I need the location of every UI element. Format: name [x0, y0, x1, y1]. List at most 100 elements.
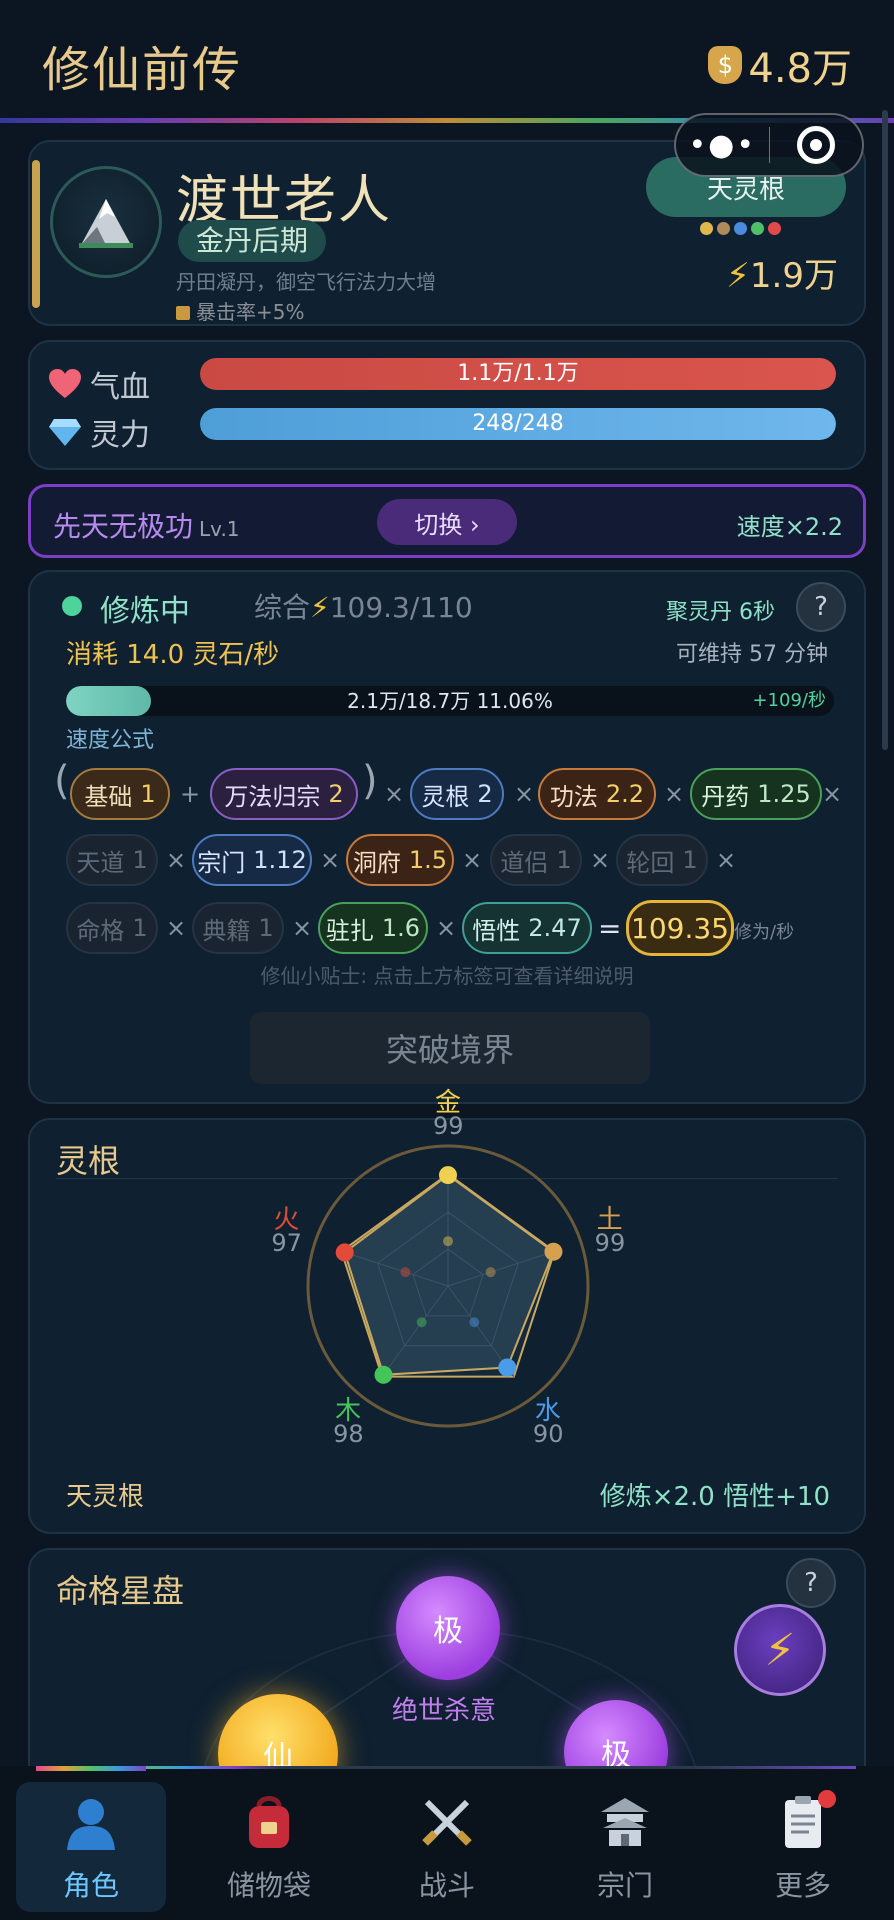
chip-zhuzha[interactable]: 驻扎 1.6	[318, 902, 428, 954]
orb-label: 绝世杀意	[392, 1696, 497, 1726]
nav-item-bag[interactable]: 储物袋	[194, 1782, 344, 1912]
cultivation-status: 修炼中	[100, 594, 190, 629]
cultivation-card: 修炼中 综合⚡109.3/110 聚灵丹 6秒 ? 消耗 14.0 灵石/秒 可…	[28, 570, 866, 1104]
radar-point-1	[544, 1242, 563, 1261]
radar-point-0	[439, 1166, 457, 1185]
lightning-icon: ⚡	[764, 1624, 796, 1676]
chip-basic[interactable]: 基础 1	[70, 768, 170, 820]
result-chip[interactable]: 109.35	[626, 900, 734, 956]
app-title: 修仙前传	[42, 42, 243, 98]
op-times: ×	[822, 780, 843, 808]
score-display: 综合⚡109.3/110	[254, 586, 473, 626]
bonus-value: 暴击率+5%	[196, 300, 305, 324]
power-value: 1.9万	[749, 256, 838, 296]
nav-active-indicator	[36, 1766, 146, 1771]
formula-label: 速度公式	[66, 728, 155, 753]
chip-dianji[interactable]: 典籍 1	[192, 902, 284, 954]
op-times: ×	[514, 780, 535, 808]
op-times: ×	[462, 846, 483, 874]
swords-icon	[415, 1790, 479, 1854]
nav-label: 储物袋	[226, 1869, 311, 1902]
switch-technique-button[interactable]: 切换 ›	[377, 499, 517, 545]
temple-icon	[593, 1790, 657, 1854]
currency-value: 4.8万	[748, 46, 852, 92]
pill-timer: 聚灵丹 6秒	[666, 600, 775, 625]
nav-item-more[interactable]: 更多	[728, 1782, 878, 1912]
close-target-icon[interactable]	[770, 126, 863, 164]
diamond-icon	[49, 419, 81, 446]
element-value: 98	[333, 1419, 364, 1448]
maintain-time: 可维持 57 分钟	[676, 642, 828, 667]
combat-power: ⚡1.9万	[726, 248, 838, 297]
radar-inner-dot-2	[469, 1317, 480, 1328]
technique-title: 先天无极功	[53, 510, 194, 543]
nav-label: 宗门	[596, 1869, 653, 1902]
star-orb-top[interactable]: 极	[396, 1576, 500, 1680]
nav-item-battle[interactable]: 战斗	[372, 1782, 522, 1912]
mp-label: 灵力	[90, 418, 150, 453]
hp-value: 1.1万/1.1万	[457, 361, 579, 386]
progress-text: 2.1万/18.7万 11.06%	[347, 689, 553, 713]
backpack-icon	[237, 1790, 301, 1854]
nav-label: 角色	[62, 1869, 119, 1902]
technique-bar: 先天无极功 Lv.1 切换 › 速度×2.2	[28, 484, 866, 558]
op-times: ×	[320, 846, 341, 874]
lightning-fab-button[interactable]: ⚡	[734, 1604, 826, 1696]
scrollbar[interactable]	[882, 110, 888, 750]
root-color-dot	[768, 222, 781, 235]
avatar[interactable]	[50, 166, 162, 278]
technique-speed: 速度×2.2	[736, 513, 843, 541]
person-icon	[59, 1790, 123, 1854]
op-times: ×	[664, 780, 685, 808]
nav-label: 更多	[774, 1869, 831, 1902]
left-paren: (	[54, 758, 70, 804]
hp-row: 气血	[48, 362, 170, 406]
op-times: ×	[166, 846, 187, 874]
chip-dongfu[interactable]: 洞府 1.5	[346, 834, 454, 886]
chip-wuxing[interactable]: 悟性 2.47	[462, 902, 592, 954]
spirit-root-card: 灵根 金 99 土 99 水 90 木 98 火 97 天灵根 修炼×2.0 悟性+10	[28, 1088, 866, 1534]
realm-badge: 金丹后期	[178, 220, 327, 262]
nav-item-role[interactable]: 角色	[16, 1782, 166, 1912]
heart-icon	[49, 369, 81, 398]
root-color-dot	[700, 222, 713, 235]
chip-lunhui[interactable]: 轮回 1	[616, 834, 708, 886]
lock-icon	[176, 306, 190, 320]
money-bag-icon: $	[708, 46, 743, 84]
op-times: ×	[384, 780, 405, 808]
chip-root[interactable]: 灵根 2	[410, 768, 504, 820]
root-color-dots	[700, 222, 781, 235]
op-times: ×	[590, 846, 611, 874]
technique-name: 先天无极功 Lv.1	[53, 505, 240, 545]
cultivation-progress: 2.1万/18.7万 11.06% +109/秒	[66, 686, 834, 716]
mp-row: 灵力	[48, 410, 170, 454]
chip-danyao[interactable]: 丹药 1.25	[690, 768, 822, 820]
radar-point-3	[374, 1365, 393, 1384]
nav-item-sect[interactable]: 宗门	[550, 1782, 700, 1912]
help-button[interactable]: ?	[796, 582, 846, 632]
chip-wanfa[interactable]: 万法归宗 2	[210, 768, 358, 820]
chip-zongmen[interactable]: 宗门 1.12	[192, 834, 312, 886]
lightning-icon: ⚡	[726, 256, 750, 296]
hp-bar: 1.1万/1.1万	[200, 358, 836, 390]
breakthrough-button[interactable]: 突破境界	[250, 1012, 650, 1084]
chip-daolv[interactable]: 道侣 1	[490, 834, 582, 886]
score-prefix: 综合	[254, 591, 311, 624]
op-times: ×	[166, 914, 187, 942]
vitals-card: 气血 1.1万/1.1万 灵力 248/248	[28, 340, 866, 470]
op-times: ×	[716, 846, 737, 874]
nav-divider	[36, 1766, 856, 1769]
element-value: 90	[532, 1419, 564, 1448]
notification-badge	[818, 1790, 836, 1808]
chip-mingge[interactable]: 命格 1	[66, 902, 158, 954]
status-indicator	[62, 596, 82, 616]
right-paren: )	[362, 758, 378, 804]
hp-label: 气血	[90, 370, 150, 405]
element-value: 99	[594, 1229, 626, 1258]
more-menu-icon[interactable]: •●•	[676, 128, 769, 163]
op-times: ×	[436, 914, 457, 942]
tip-text: 修仙小贴士: 点击上方标签可查看详细说明	[260, 964, 634, 988]
chip-gongfa[interactable]: 功法 2.2	[538, 768, 656, 820]
chip-tiandao[interactable]: 天道 1	[66, 834, 158, 886]
help-button[interactable]: ?	[786, 1558, 836, 1608]
